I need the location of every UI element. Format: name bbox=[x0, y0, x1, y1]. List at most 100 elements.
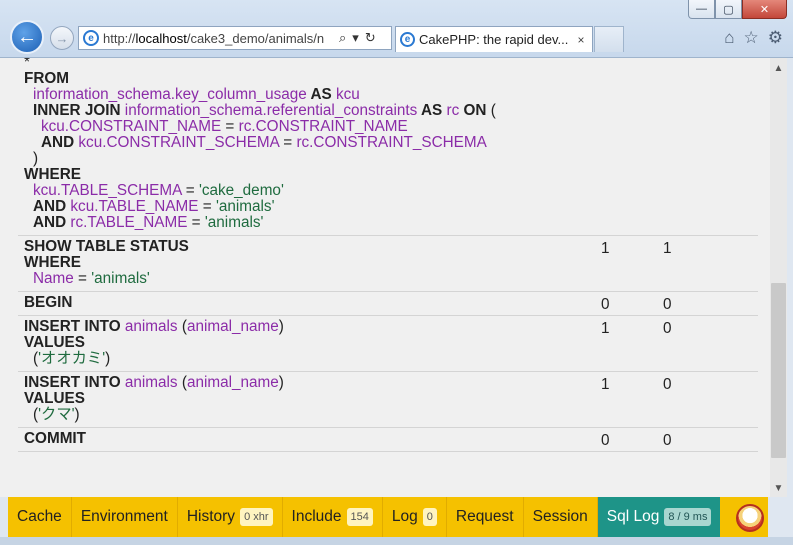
rows-count: 1 bbox=[601, 320, 610, 337]
sql-line: INSERT INTO animals (animal_name) bbox=[24, 319, 758, 335]
sql-token: kcu.CONSTRAINT_NAME bbox=[41, 118, 222, 135]
panel-label: Environment bbox=[80, 508, 168, 525]
panel-label: Request bbox=[455, 508, 514, 525]
scroll-thumb[interactable] bbox=[771, 283, 786, 458]
sql-token: ) bbox=[33, 150, 39, 167]
panel-cache[interactable]: Cache bbox=[8, 497, 72, 537]
panel-label: History bbox=[186, 508, 236, 525]
sql-line: WHERE bbox=[24, 167, 758, 183]
sql-token: FROM bbox=[24, 70, 70, 87]
minimize-button[interactable]: — bbox=[688, 0, 715, 19]
home-icon[interactable]: ⌂ bbox=[724, 28, 734, 48]
sql-line: COMMIT bbox=[24, 431, 758, 447]
scroll-down-icon[interactable]: ▼ bbox=[770, 480, 787, 497]
panel-history[interactable]: History 0 xhr bbox=[178, 497, 283, 537]
sql-token: ) bbox=[105, 350, 111, 367]
sql-token: = bbox=[221, 118, 239, 135]
panel-environment[interactable]: Environment bbox=[72, 497, 178, 537]
sql-token: ( bbox=[177, 374, 187, 391]
sql-token: animal_name bbox=[186, 318, 279, 335]
took-ms: 0 bbox=[663, 432, 672, 449]
sql-token: 'animals' bbox=[215, 198, 275, 215]
favorites-star-icon[interactable]: ☆ bbox=[744, 28, 759, 48]
address-bar[interactable]: e http://localhost/cake3_demo/animals/n … bbox=[78, 26, 392, 50]
sql-query: * FROM information_schema.key_column_usage… bbox=[24, 58, 758, 231]
refresh-icon[interactable]: ↻ bbox=[365, 30, 376, 46]
tab-close-icon[interactable]: × bbox=[574, 33, 588, 47]
took-ms: 1 bbox=[663, 240, 672, 257]
maximize-button[interactable]: ▢ bbox=[715, 0, 742, 19]
back-button[interactable]: ← bbox=[10, 20, 44, 54]
ie-page-icon: e bbox=[83, 30, 99, 46]
panel-label: Session bbox=[532, 508, 588, 525]
rows-count: 1 bbox=[601, 240, 610, 257]
sql-log-row: COMMIT 0 0 bbox=[18, 428, 758, 452]
sql-line: SHOW TABLE STATUS bbox=[24, 239, 758, 255]
sql-log-table: * FROM information_schema.key_column_usage… bbox=[18, 58, 758, 452]
sql-line: AND kcu.TABLE_NAME = 'animals' bbox=[24, 199, 758, 215]
dropdown-icon[interactable]: ▾ bbox=[352, 30, 359, 46]
panel-sql-log[interactable]: Sql Log 8 / 9 ms bbox=[597, 497, 721, 537]
sql-token: 'オオカミ' bbox=[38, 350, 106, 367]
page-content: * FROM information_schema.key_column_usage… bbox=[0, 58, 770, 497]
sql-token: AND bbox=[41, 134, 79, 151]
sql-token: 'animals' bbox=[204, 214, 264, 231]
sql-token: WHERE bbox=[24, 166, 81, 183]
sql-token: = bbox=[198, 198, 216, 215]
search-icon[interactable]: ⌕ bbox=[339, 30, 346, 46]
sql-token: = bbox=[181, 182, 199, 199]
sql-log-row: BEGIN 0 0 bbox=[18, 292, 758, 316]
vertical-scrollbar[interactable]: ▲ ▼ bbox=[770, 58, 787, 497]
sql-query: SHOW TABLE STATUS WHERE Name = 'animals' bbox=[24, 239, 758, 287]
panel-label: Include bbox=[291, 508, 342, 525]
sql-line: INSERT INTO animals (animal_name) bbox=[24, 375, 758, 391]
settings-gear-icon[interactable]: ⚙ bbox=[768, 28, 783, 48]
arrow-right-icon: → bbox=[55, 30, 69, 46]
url-path: /cake3_demo/animals/n bbox=[186, 30, 325, 46]
tab-cakephp[interactable]: e CakePHP: the rapid dev... × bbox=[395, 26, 593, 52]
sql-query: BEGIN bbox=[24, 295, 758, 311]
panel-badge: 8 / 9 ms bbox=[664, 508, 712, 526]
sql-token: BEGIN bbox=[24, 294, 73, 311]
sql-token: rc.CONSTRAINT_SCHEMA bbox=[296, 134, 487, 151]
sql-token: animals bbox=[124, 374, 178, 391]
sql-token: AND bbox=[33, 214, 71, 231]
forward-button[interactable]: → bbox=[50, 26, 74, 50]
panel-include[interactable]: Include 154 bbox=[283, 497, 383, 537]
sql-token: ( bbox=[490, 102, 496, 119]
sql-token: INSERT INTO bbox=[24, 318, 125, 335]
close-button[interactable]: ✕ bbox=[742, 0, 787, 19]
new-tab-button[interactable] bbox=[594, 26, 624, 52]
panel-session[interactable]: Session bbox=[524, 497, 598, 537]
sql-token: AND bbox=[33, 198, 71, 215]
sql-line: ('オオカミ') bbox=[24, 351, 758, 367]
sql-line: kcu.CONSTRAINT_NAME = rc.CONSTRAINT_NAME bbox=[24, 119, 758, 135]
sql-token: = bbox=[279, 134, 297, 151]
panel-log[interactable]: Log 0 bbox=[383, 497, 447, 537]
scroll-up-icon[interactable]: ▲ bbox=[770, 60, 787, 77]
url-text[interactable]: http://localhost/cake3_demo/animals/n bbox=[103, 31, 335, 46]
sql-log-row: SHOW TABLE STATUS WHERE Name = 'animals' 1 1 bbox=[18, 236, 758, 292]
sql-token: animals bbox=[124, 318, 178, 335]
browser-title-bar: — ▢ ✕ ← → e http://localhost/cake3_demo/… bbox=[0, 0, 793, 58]
sql-token: kcu.CONSTRAINT_SCHEMA bbox=[78, 134, 279, 151]
took-ms: 0 bbox=[663, 320, 672, 337]
sql-line: information_schema.key_column_usage AS k… bbox=[24, 87, 758, 103]
sql-token: AS bbox=[417, 102, 447, 119]
url-prefix: http:// bbox=[103, 30, 136, 46]
sql-token: AS bbox=[306, 86, 336, 103]
sql-token: ) bbox=[74, 406, 80, 423]
panel-request[interactable]: Request bbox=[447, 497, 524, 537]
cakephp-logo-icon[interactable] bbox=[736, 504, 764, 532]
sql-line: * bbox=[24, 58, 758, 71]
debug-kit-toolbar: Cache Environment History 0 xhr Include 154 Lo… bbox=[8, 497, 768, 537]
sql-line: ) bbox=[24, 151, 758, 167]
sql-log-row: INSERT INTO animals (animal_name) VALUES(… bbox=[18, 372, 758, 428]
panel-label: Log bbox=[391, 508, 418, 525]
sql-line: kcu.TABLE_SCHEMA = 'cake_demo' bbox=[24, 183, 758, 199]
sql-token: 'animals' bbox=[91, 270, 150, 287]
rows-count: 0 bbox=[601, 296, 610, 313]
sql-token: kcu.TABLE_NAME bbox=[70, 198, 199, 215]
sql-token: Name bbox=[33, 270, 74, 287]
sql-line: INNER JOIN information_schema.referentia… bbox=[24, 103, 758, 119]
